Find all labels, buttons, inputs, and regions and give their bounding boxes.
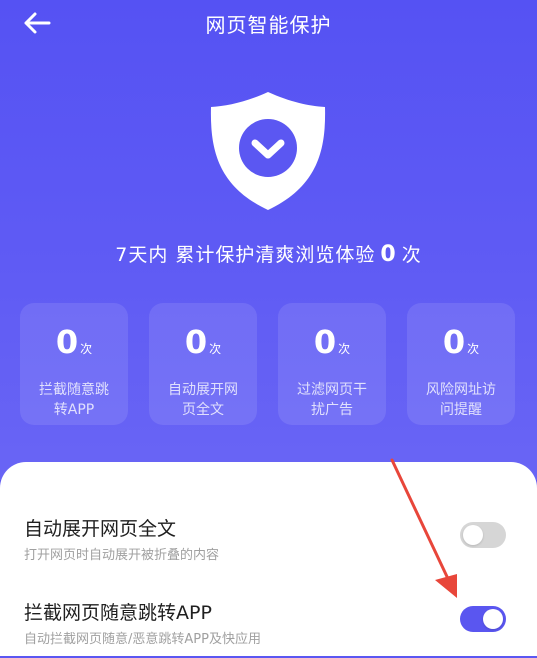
stat-value: 0 <box>442 323 466 361</box>
stat-label: 自动展开网页全文 <box>168 382 238 418</box>
stat-value: 0 <box>313 323 337 361</box>
stat-value: 0 <box>55 323 79 361</box>
setting-auto-expand: 自动展开网页全文 打开网页时自动展开被折叠的内容 <box>24 514 514 574</box>
setting-description: 打开网页时自动展开被折叠的内容 <box>24 548 220 563</box>
stat-unit: 次 <box>80 342 93 356</box>
stat-unit: 次 <box>467 342 480 356</box>
stat-value: 0 <box>184 323 208 361</box>
settings-panel: 自动展开网页全文 打开网页时自动展开被折叠的内容 拦截网页随意跳转APP 自动拦… <box>0 462 537 656</box>
summary-count: 0 <box>380 242 397 267</box>
shield-check-icon <box>205 88 331 214</box>
top-bar: 网页智能保护 <box>0 0 537 48</box>
stat-card-expand-page[interactable]: 0次 自动展开网页全文 <box>149 303 257 425</box>
hero-section: 网页智能保护 7天内 累计保护清爽浏览体验 0 次 0次 拦截随意跳转APP 0次 … <box>0 0 537 480</box>
stat-unit: 次 <box>338 342 351 356</box>
setting-block-app-jump: 拦截网页随意跳转APP 自动拦截网页随意/恶意跳转APP及快应用 <box>24 598 514 658</box>
stat-card-risk-alert[interactable]: 0次 风险网址访问提醒 <box>407 303 515 425</box>
summary-suffix: 次 <box>401 244 422 266</box>
stat-value-wrap: 0次 <box>443 323 479 368</box>
stat-label: 过滤网页干扰广告 <box>297 382 367 418</box>
stat-unit: 次 <box>209 342 222 356</box>
stat-value-wrap: 0次 <box>56 323 92 368</box>
auto-expand-toggle[interactable] <box>460 522 506 548</box>
setting-description: 自动拦截网页随意/恶意跳转APP及快应用 <box>24 632 261 647</box>
setting-title: 自动展开网页全文 <box>24 518 177 540</box>
summary-prefix: 7天内 累计保护清爽浏览体验 <box>115 244 376 266</box>
stat-card-block-jump[interactable]: 0次 拦截随意跳转APP <box>20 303 128 425</box>
stat-value-wrap: 0次 <box>314 323 350 368</box>
toggle-knob <box>463 525 483 545</box>
protection-summary: 7天内 累计保护清爽浏览体验 0 次 <box>0 240 537 267</box>
stats-row: 0次 拦截随意跳转APP 0次 自动展开网页全文 0次 过滤网页干扰广告 0次 … <box>20 303 516 425</box>
stat-label: 风险网址访问提醒 <box>426 382 496 418</box>
stat-label: 拦截随意跳转APP <box>39 382 109 418</box>
setting-title: 拦截网页随意跳转APP <box>24 602 212 624</box>
stat-value-wrap: 0次 <box>185 323 221 368</box>
page-title: 网页智能保护 <box>205 13 332 37</box>
block-app-jump-toggle[interactable] <box>460 606 506 632</box>
stat-card-filter-ads[interactable]: 0次 过滤网页干扰广告 <box>278 303 386 425</box>
toggle-knob <box>483 609 503 629</box>
